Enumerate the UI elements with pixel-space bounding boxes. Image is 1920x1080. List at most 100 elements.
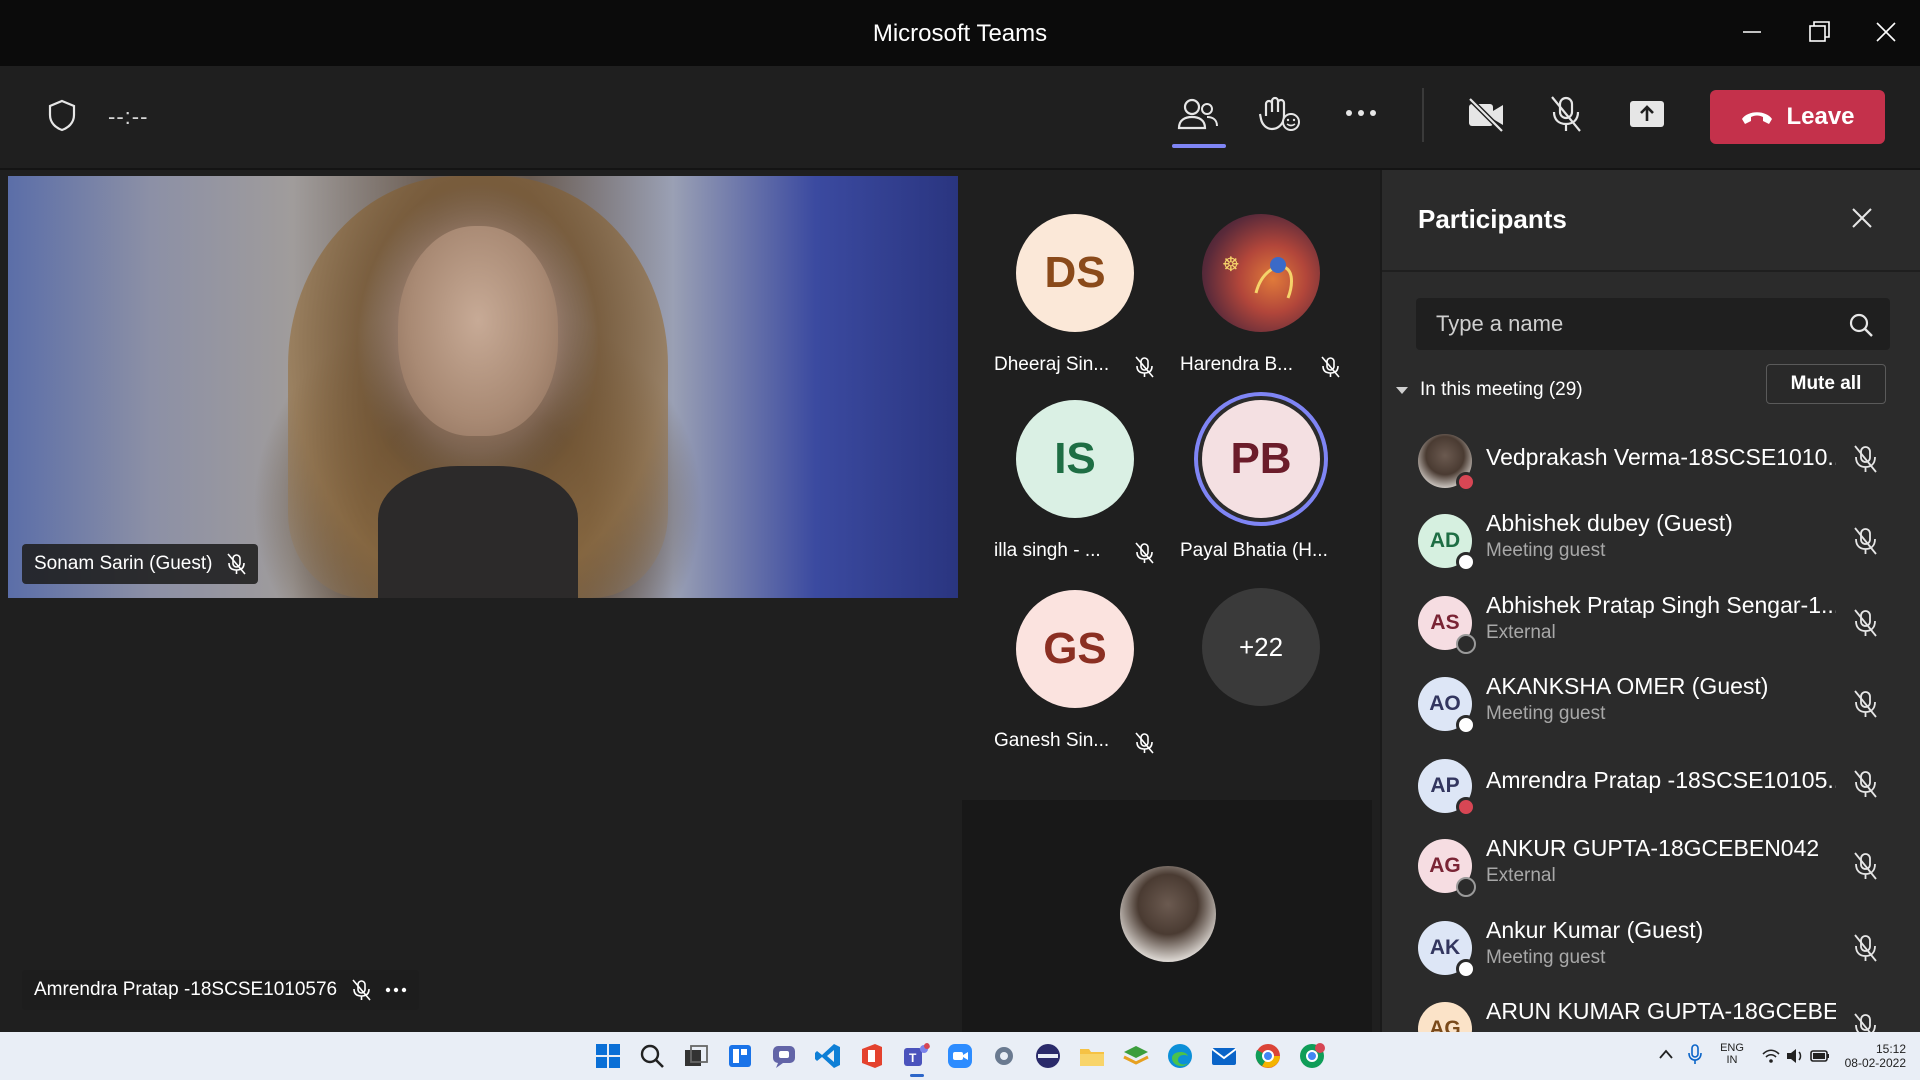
chrome-profile-icon[interactable] (1298, 1042, 1326, 1070)
mic-off-icon[interactable] (1852, 689, 1878, 719)
participant-role: Meeting guest (1486, 947, 1606, 968)
guest-status-icon (1456, 959, 1476, 979)
language-indicator[interactable]: ENG IN (1712, 1042, 1752, 1066)
external-status-icon (1456, 634, 1476, 654)
participant-role: Meeting guest (1486, 540, 1606, 561)
search-input[interactable] (1416, 298, 1836, 350)
windows-start-icon[interactable] (594, 1042, 622, 1070)
people-button[interactable] (1176, 94, 1220, 134)
mic-off-icon[interactable] (1852, 444, 1878, 474)
chevron-up-icon[interactable] (1658, 1048, 1674, 1060)
more-options-icon (1346, 110, 1376, 116)
avatar: DS (1016, 214, 1134, 332)
minimize-button[interactable] (1732, 14, 1772, 50)
svg-text:☸: ☸ (1222, 252, 1240, 276)
main-video-name: Sonam Sarin (Guest) (34, 553, 213, 574)
mail-icon[interactable] (1210, 1042, 1238, 1070)
participant-name: ARUN KUMAR GUPTA-18GCEBE... (1486, 998, 1836, 1024)
wifi-icon[interactable] (1762, 1048, 1780, 1064)
vscode-icon[interactable] (814, 1042, 842, 1070)
restore-button[interactable] (1800, 14, 1840, 50)
leave-button[interactable]: Leave (1710, 90, 1885, 144)
mic-off-icon[interactable] (1852, 1012, 1878, 1032)
meeting-info-button[interactable] (46, 98, 78, 132)
mic-off-icon (1551, 96, 1581, 132)
more-options-icon[interactable] (385, 986, 407, 994)
close-panel-button[interactable] (1850, 206, 1874, 235)
participant-row[interactable]: AG ARUN KUMAR GUPTA-18GCEBE... (1382, 988, 1920, 1032)
clock-time: 15:12 (1875, 1042, 1906, 1056)
participant-row[interactable]: AO AKANKSHA OMER (Guest) Meeting guest (1382, 663, 1920, 743)
chevron-down-icon (1396, 386, 1408, 394)
participants-panel: Participants In this meeting (29) Mute a… (1380, 170, 1920, 1032)
mic-toggle-button[interactable] (1548, 94, 1584, 134)
mute-all-button[interactable]: Mute all (1766, 364, 1886, 404)
participant-tile[interactable]: GS Ganesh Sin... (994, 590, 1154, 760)
in-meeting-label: In this meeting (29) (1420, 379, 1583, 400)
participant-search (1416, 298, 1890, 350)
avatar: IS (1016, 400, 1134, 518)
participant-tile[interactable]: DS Dheeraj Sin... (994, 214, 1154, 384)
active-app-indicator (910, 1074, 924, 1077)
participant-name: Abhishek Pratap Singh Sengar-1... (1486, 592, 1836, 618)
meeting-timer: --:-- (108, 104, 149, 129)
task-view-icon[interactable] (682, 1042, 710, 1070)
volume-icon[interactable] (1786, 1048, 1804, 1064)
participant-row[interactable]: AG ANKUR GUPTA-18GCEBEN042 External (1382, 825, 1920, 905)
layers-app-icon[interactable] (1122, 1042, 1150, 1070)
mic-off-icon (1135, 732, 1154, 754)
microphone-icon[interactable] (1688, 1044, 1702, 1066)
share-screen-button[interactable] (1628, 98, 1666, 130)
participant-row[interactable]: AK Ankur Kumar (Guest) Meeting guest (1382, 907, 1920, 987)
mic-off-icon[interactable] (1852, 933, 1878, 963)
participant-name: Ankur Kumar (Guest) (1486, 917, 1704, 943)
search-icon[interactable] (1848, 312, 1874, 338)
settings-icon[interactable] (990, 1042, 1018, 1070)
camera-toggle-button[interactable] (1466, 96, 1506, 132)
self-view-panel[interactable] (962, 800, 1372, 1032)
chat-icon[interactable] (770, 1042, 798, 1070)
participant-tile[interactable]: ☸ Harendra B... (1180, 214, 1340, 384)
participant-row[interactable]: AD Abhishek dubey (Guest) Meeting guest (1382, 500, 1920, 580)
mic-off-icon (352, 979, 371, 1001)
close-window-button[interactable] (1866, 14, 1906, 50)
battery-icon[interactable] (1810, 1048, 1830, 1064)
edge-icon[interactable] (1166, 1042, 1194, 1070)
avatar: ☸ (1202, 214, 1320, 332)
participant-row[interactable]: AP Amrendra Pratap -18SCSE10105... (1382, 745, 1920, 825)
mic-off-icon[interactable] (1852, 526, 1878, 556)
participant-row[interactable]: Vedprakash Verma-18SCSE1010... (1382, 420, 1920, 500)
overflow-participants-tile[interactable]: +22 (1180, 588, 1340, 758)
participant-row[interactable]: AS Abhishek Pratap Singh Sengar-1... Ext… (1382, 582, 1920, 662)
zoom-icon[interactable] (946, 1042, 974, 1070)
teams-icon[interactable]: T (902, 1042, 930, 1070)
chrome-icon[interactable] (1254, 1042, 1282, 1070)
share-screen-icon (1630, 101, 1664, 127)
terminal-icon[interactable] (1034, 1042, 1062, 1070)
mic-off-icon[interactable] (1852, 608, 1878, 638)
participant-tile-speaking[interactable]: PB Payal Bhatia (H... (1180, 400, 1340, 570)
mic-off-icon[interactable] (1852, 769, 1878, 799)
mic-off-icon[interactable] (1852, 851, 1878, 881)
more-actions-button[interactable] (1344, 106, 1378, 120)
guest-status-icon (1456, 715, 1476, 735)
busy-status-icon (1456, 472, 1476, 492)
participant-tile[interactable]: IS illa singh - ... (994, 400, 1154, 570)
panel-divider (1382, 270, 1920, 272)
main-video-feed[interactable]: Sonam Sarin (Guest) (8, 176, 958, 598)
tile-name: Harendra B... (1180, 354, 1293, 375)
react-button[interactable] (1258, 94, 1302, 134)
clock-date: 08-02-2022 (1844, 1056, 1906, 1070)
widgets-icon[interactable] (726, 1042, 754, 1070)
tile-name: Payal Bhatia (H... (1180, 540, 1328, 561)
meeting-stage: Sonam Sarin (Guest) DS Dheeraj Sin... ☸ … (0, 170, 1380, 1032)
search-icon[interactable] (638, 1042, 666, 1070)
clock[interactable]: 15:12 08-02-2022 (1836, 1042, 1906, 1070)
office-icon[interactable] (858, 1042, 886, 1070)
people-active-indicator (1172, 144, 1226, 148)
file-explorer-icon[interactable] (1078, 1042, 1106, 1070)
phone-hangup-icon (1742, 112, 1773, 124)
mic-off-icon (1321, 356, 1340, 378)
main-video-name-chip: Sonam Sarin (Guest) (22, 544, 259, 584)
mic-off-icon (227, 553, 247, 575)
